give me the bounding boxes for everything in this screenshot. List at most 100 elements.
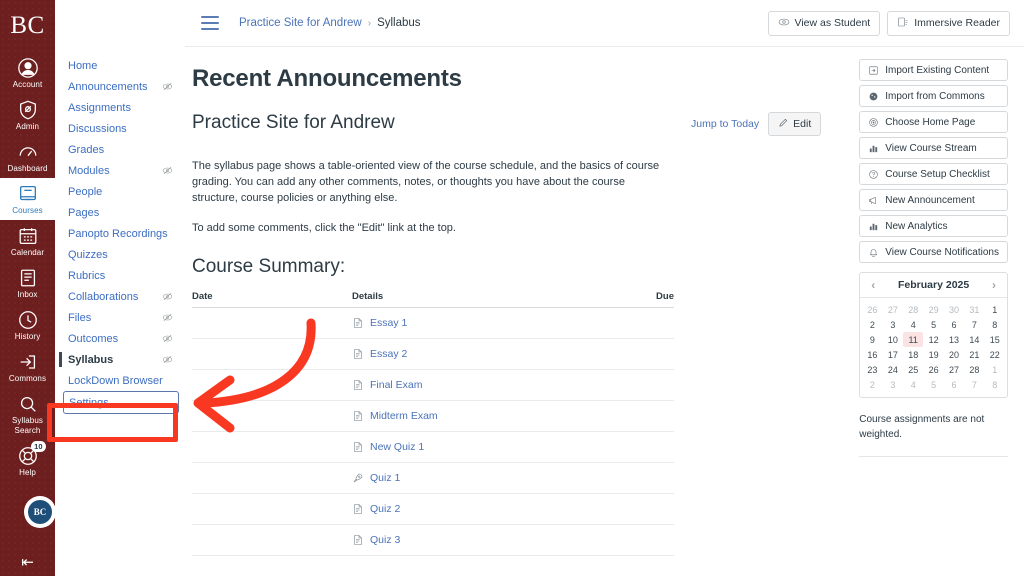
calendar-day[interactable]: 14: [964, 332, 984, 347]
calendar-day[interactable]: 6: [944, 317, 964, 332]
course-nav-item-syllabus[interactable]: Syllabus: [55, 349, 185, 370]
global-nav-item-label: Account: [12, 80, 43, 89]
sidebar-button-choose-home-page[interactable]: Choose Home Page: [859, 111, 1008, 133]
cell-due: [619, 338, 674, 370]
calendar-day[interactable]: 20: [944, 347, 964, 362]
chevron-right-icon[interactable]: ›: [989, 278, 999, 292]
collapse-nav-button[interactable]: ⇤: [0, 555, 55, 570]
calendar-day[interactable]: 27: [944, 362, 964, 377]
breadcrumb-course-link[interactable]: Practice Site for Andrew: [239, 17, 362, 29]
hamburger-menu-icon[interactable]: [201, 16, 219, 30]
edit-button[interactable]: Edit: [768, 112, 822, 136]
calendar-day[interactable]: 19: [923, 347, 943, 362]
calendar-day[interactable]: 31: [964, 302, 984, 317]
course-nav-item-outcomes[interactable]: Outcomes: [55, 328, 185, 349]
assignment-link[interactable]: Essay 1: [370, 317, 407, 329]
chevron-left-icon[interactable]: ‹: [868, 278, 878, 292]
calendar-day[interactable]: 2: [862, 317, 882, 332]
sidebar-button-import-existing-content[interactable]: Import Existing Content: [859, 59, 1008, 81]
global-nav-item-dashboard[interactable]: Dashboard: [0, 136, 55, 178]
calendar-day[interactable]: 1: [985, 362, 1005, 377]
calendar-day[interactable]: 8: [985, 377, 1005, 392]
calendar-day[interactable]: 7: [964, 317, 984, 332]
global-nav-item-history[interactable]: History: [0, 304, 55, 346]
course-nav-item-label: Files: [68, 311, 92, 324]
calendar-day[interactable]: 23: [862, 362, 882, 377]
calendar-day[interactable]: 10: [883, 332, 903, 347]
calendar-day[interactable]: 9: [862, 332, 882, 347]
course-nav-item-modules[interactable]: Modules: [55, 160, 185, 181]
global-nav-item-commons[interactable]: Commons: [0, 346, 55, 388]
global-nav-item-syllabus-search[interactable]: Syllabus Search: [0, 388, 55, 440]
course-nav-item-grades[interactable]: Grades: [55, 139, 185, 160]
immersive-reader-button[interactable]: Immersive Reader: [887, 10, 1010, 36]
calendar-day[interactable]: 2: [862, 377, 882, 392]
assignment-link[interactable]: Quiz 2: [370, 503, 400, 515]
course-nav-item-quizzes[interactable]: Quizzes: [55, 244, 185, 265]
sidebar-button-import-from-commons[interactable]: Import from Commons: [859, 85, 1008, 107]
assignment-link[interactable]: Essay 2: [370, 348, 407, 360]
assignment-link[interactable]: New Quiz 1: [370, 441, 424, 453]
calendar-day[interactable]: 15: [985, 332, 1005, 347]
course-nav-item-assignments[interactable]: Assignments: [55, 97, 185, 118]
course-nav-item-collaborations[interactable]: Collaborations: [55, 286, 185, 307]
sidebar-button-course-setup-checklist[interactable]: Course Setup Checklist: [859, 163, 1008, 185]
course-nav-item-people[interactable]: People: [55, 181, 185, 202]
sidebar-button-label: Course Setup Checklist: [885, 168, 990, 180]
calendar-day[interactable]: 17: [883, 347, 903, 362]
calendar-day[interactable]: 5: [923, 377, 943, 392]
calendar-day[interactable]: 29: [923, 302, 943, 317]
avatar[interactable]: BC: [24, 496, 56, 528]
calendar-day[interactable]: 26: [862, 302, 882, 317]
course-nav-item-pages[interactable]: Pages: [55, 202, 185, 223]
calendar-day[interactable]: 7: [964, 377, 984, 392]
sidebar-button-view-course-stream[interactable]: View Course Stream: [859, 137, 1008, 159]
global-nav-item-calendar[interactable]: Calendar: [0, 220, 55, 262]
calendar-day[interactable]: 16: [862, 347, 882, 362]
course-nav-item-rubrics[interactable]: Rubrics: [55, 265, 185, 286]
sidebar-button-view-course-notifications[interactable]: View Course Notifications: [859, 241, 1008, 263]
calendar-day[interactable]: 28: [903, 302, 923, 317]
global-nav-item-inbox[interactable]: Inbox: [0, 262, 55, 304]
view-as-student-button[interactable]: View as Student: [767, 10, 881, 36]
calendar-day[interactable]: 21: [964, 347, 984, 362]
course-nav-item-home[interactable]: Home: [55, 55, 185, 76]
bar-chart-icon: [868, 221, 879, 232]
calendar-day[interactable]: 13: [944, 332, 964, 347]
calendar-day[interactable]: 18: [903, 347, 923, 362]
calendar-day-today[interactable]: 11: [903, 332, 924, 347]
calendar-day[interactable]: 3: [883, 317, 903, 332]
global-nav-item-account[interactable]: Account: [0, 52, 55, 94]
jump-to-today-link[interactable]: Jump to Today: [691, 112, 759, 130]
sidebar-button-new-announcement[interactable]: New Announcement: [859, 189, 1008, 211]
calendar-day[interactable]: 24: [883, 362, 903, 377]
global-nav-item-courses[interactable]: Courses: [0, 178, 55, 220]
calendar-day[interactable]: 3: [883, 377, 903, 392]
calendar-day[interactable]: 1: [985, 302, 1005, 317]
calendar-day[interactable]: 27: [883, 302, 903, 317]
calendar-day[interactable]: 30: [944, 302, 964, 317]
assignment-link[interactable]: Midterm Exam: [370, 410, 438, 422]
course-nav-item-panopto-recordings[interactable]: Panopto Recordings: [55, 223, 185, 244]
calendar-day[interactable]: 25: [903, 362, 923, 377]
course-nav-item-discussions[interactable]: Discussions: [55, 118, 185, 139]
global-nav-item-help[interactable]: 10 Help: [0, 440, 55, 482]
calendar-day[interactable]: 28: [964, 362, 984, 377]
assignment-link[interactable]: Final Exam: [370, 379, 423, 391]
course-nav-item-lockdown-browser[interactable]: LockDown Browser: [55, 370, 185, 391]
calendar-day[interactable]: 12: [923, 332, 943, 347]
course-nav-item-files[interactable]: Files: [55, 307, 185, 328]
calendar-day[interactable]: 5: [923, 317, 943, 332]
calendar-day[interactable]: 22: [985, 347, 1005, 362]
sidebar-button-new-analytics[interactable]: New Analytics: [859, 215, 1008, 237]
global-nav-item-admin[interactable]: Admin: [0, 94, 55, 136]
course-nav-item-settings[interactable]: Settings: [63, 391, 179, 414]
assignment-link[interactable]: Quiz 1: [370, 472, 400, 484]
calendar-day[interactable]: 6: [944, 377, 964, 392]
calendar-day[interactable]: 8: [985, 317, 1005, 332]
calendar-day[interactable]: 26: [923, 362, 943, 377]
calendar-day[interactable]: 4: [903, 377, 923, 392]
assignment-link[interactable]: Quiz 3: [370, 534, 400, 546]
course-nav-item-announcements[interactable]: Announcements: [55, 76, 185, 97]
calendar-day[interactable]: 4: [903, 317, 923, 332]
